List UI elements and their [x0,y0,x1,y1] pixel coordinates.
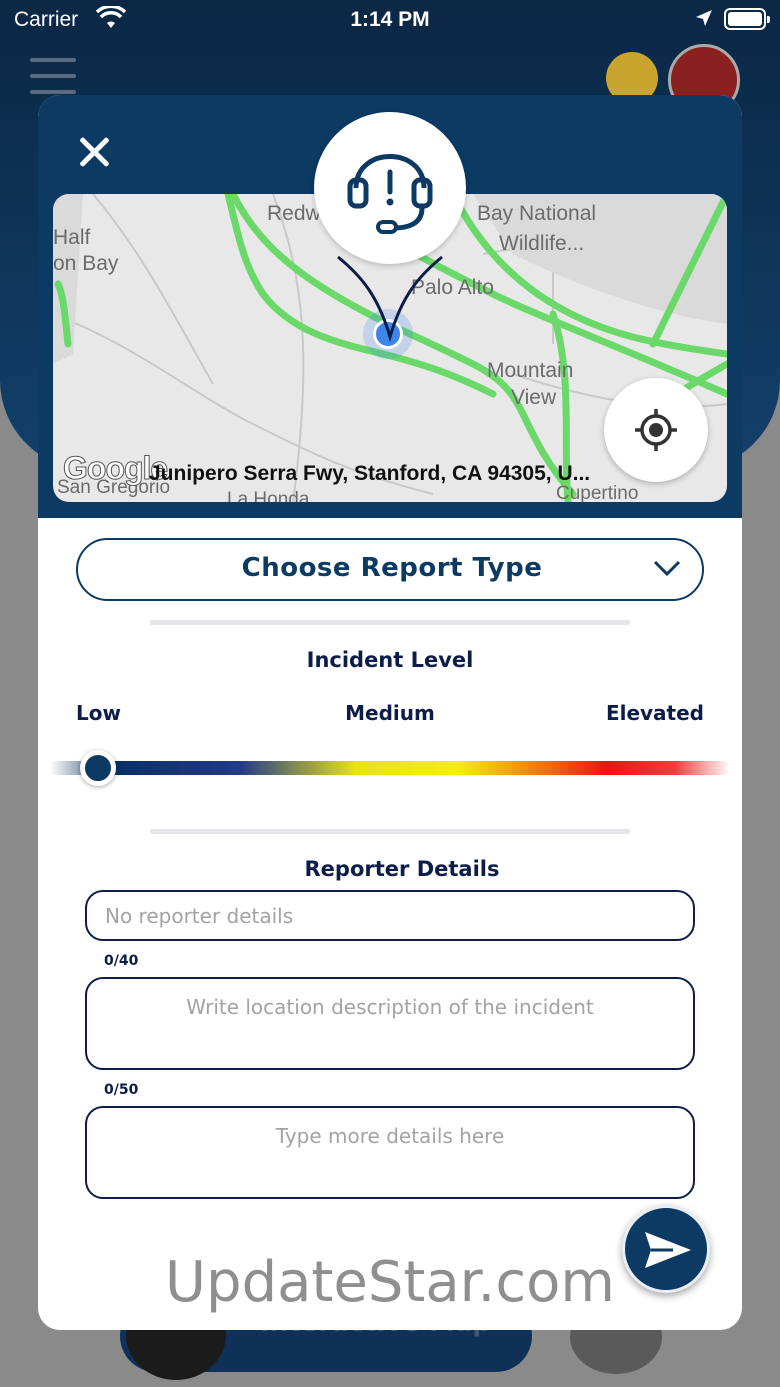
reporter-details-title: Reporter Details [304,857,500,881]
my-location-button[interactable] [604,378,708,482]
support-headset-badge [314,112,466,264]
details-char-counter: 0/50 [104,1082,139,1098]
incident-level-title: Incident Level [306,648,474,672]
divider [150,620,630,625]
reporter-details-input[interactable]: No reporter details [85,890,695,941]
watermark: UpdateStar.com [165,1250,615,1315]
headset-icon [347,154,433,234]
report-type-label: Choose Report Type [241,553,543,583]
divider [150,829,630,834]
incident-level-slider[interactable] [50,761,730,775]
crosshair-icon [635,409,677,451]
report-modal: Redw Bay National Wildlife... Half on Ba… [38,95,742,1330]
address-label: Junipero Serra Fwy, Stanford, CA 94305, … [149,462,591,485]
clock: 1:14 PM [350,8,430,31]
location-description-placeholder: Write location description of the incide… [186,995,594,1019]
close-button[interactable] [74,131,116,173]
map-place-label: View [511,386,557,409]
map-place-label: Half [53,226,91,249]
status-bar: Carrier 1:14 PM [0,0,780,40]
level-elevated-label: Elevated [605,701,704,725]
map-place-label: Mountain [487,359,574,382]
map-place-label: La Honda [227,489,310,502]
location-char-counter: 0/40 [104,953,139,969]
battery-icon [724,8,770,30]
report-type-dropdown[interactable]: Choose Report Type [76,538,704,601]
map-place-label: Wildlife... [499,232,585,255]
incident-level-slider-thumb[interactable] [79,750,116,786]
more-details-input[interactable]: Type more details here [85,1106,695,1199]
chevron-down-icon [653,560,681,577]
map-place-label: Bay National [477,202,597,225]
map-place-label: on Bay [53,252,119,275]
location-description-input[interactable]: Write location description of the incide… [85,977,695,1070]
more-details-placeholder: Type more details here [275,1124,505,1148]
reporter-details-placeholder: No reporter details [105,904,294,928]
map-place-label: Redw [267,202,321,225]
location-arrow-icon [694,8,714,33]
menu-icon[interactable] [30,58,76,98]
